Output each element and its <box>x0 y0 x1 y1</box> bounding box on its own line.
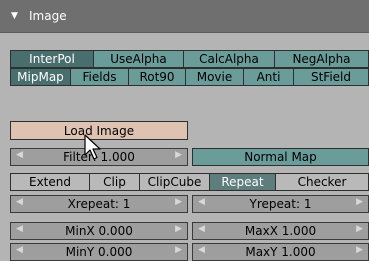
mipmap-toggle[interactable]: MipMap <box>10 68 71 86</box>
decrement-arrow-icon[interactable]: ◀ <box>16 197 23 207</box>
xrepeat-field[interactable]: ◀ Xrepeat: 1 ▶ <box>10 195 188 213</box>
maxx-value: MaxX 1.000 <box>244 224 317 238</box>
miny-field[interactable]: ◀ MinY 0.000 ▶ <box>10 243 188 261</box>
panel-header[interactable]: ▼ Image <box>0 0 369 33</box>
decrement-arrow-icon[interactable]: ◀ <box>16 150 23 160</box>
usealpha-toggle[interactable]: UseAlpha <box>94 50 184 68</box>
negalpha-toggle[interactable]: NegAlpha <box>275 50 369 68</box>
panel-title: Image <box>29 9 67 23</box>
alpha-options-row: InterPol UseAlpha CalcAlpha NegAlpha <box>10 50 369 68</box>
yrepeat-value: Yrepeat: 1 <box>249 197 312 211</box>
anti-toggle[interactable]: Anti <box>244 68 294 86</box>
rot90-toggle[interactable]: Rot90 <box>129 68 186 86</box>
decrement-arrow-icon[interactable]: ◀ <box>198 197 205 207</box>
maxy-value: MaxY 1.000 <box>245 245 316 259</box>
movie-toggle[interactable]: Movie <box>186 68 244 86</box>
xrepeat-value: Xrepeat: 1 <box>67 197 131 211</box>
extend-mode-row: Extend Clip ClipCube Repeat Checker <box>10 173 369 191</box>
stfield-toggle[interactable]: StField <box>294 68 369 86</box>
mouse-pointer-icon <box>84 134 101 160</box>
increment-arrow-icon[interactable]: ▶ <box>356 245 363 255</box>
increment-arrow-icon[interactable]: ▶ <box>175 245 182 255</box>
decrement-arrow-icon[interactable]: ◀ <box>198 224 205 234</box>
maxy-field[interactable]: ◀ MaxY 1.000 ▶ <box>192 243 369 261</box>
increment-arrow-icon[interactable]: ▶ <box>356 197 363 207</box>
decrement-arrow-icon[interactable]: ◀ <box>16 245 23 255</box>
interpol-toggle[interactable]: InterPol <box>10 50 94 68</box>
maxx-field[interactable]: ◀ MaxX 1.000 ▶ <box>192 222 369 240</box>
extend-mode-checker[interactable]: Checker <box>276 173 369 191</box>
yrepeat-field[interactable]: ◀ Yrepeat: 1 ▶ <box>192 195 369 213</box>
increment-arrow-icon[interactable]: ▶ <box>175 197 182 207</box>
decrement-arrow-icon[interactable]: ◀ <box>198 245 205 255</box>
extend-mode-clipcube[interactable]: ClipCube <box>140 173 210 191</box>
decrement-arrow-icon[interactable]: ◀ <box>16 224 23 234</box>
increment-arrow-icon[interactable]: ▶ <box>356 224 363 234</box>
increment-arrow-icon[interactable]: ▶ <box>175 150 182 160</box>
minx-field[interactable]: ◀ MinX 0.000 ▶ <box>10 222 188 240</box>
minx-value: MinX 0.000 <box>65 224 133 238</box>
extend-mode-clip[interactable]: Clip <box>90 173 140 191</box>
miny-value: MinY 0.000 <box>65 245 133 259</box>
image-options-row: MipMap Fields Rot90 Movie Anti StField <box>10 68 369 86</box>
increment-arrow-icon[interactable]: ▶ <box>175 224 182 234</box>
calcalpha-toggle[interactable]: CalcAlpha <box>184 50 275 68</box>
extend-mode-repeat[interactable]: Repeat <box>210 173 276 191</box>
extend-mode-extend[interactable]: Extend <box>10 173 90 191</box>
collapse-triangle-icon[interactable]: ▼ <box>11 11 18 21</box>
normal-map-toggle[interactable]: Normal Map <box>192 148 369 166</box>
fields-toggle[interactable]: Fields <box>71 68 129 86</box>
